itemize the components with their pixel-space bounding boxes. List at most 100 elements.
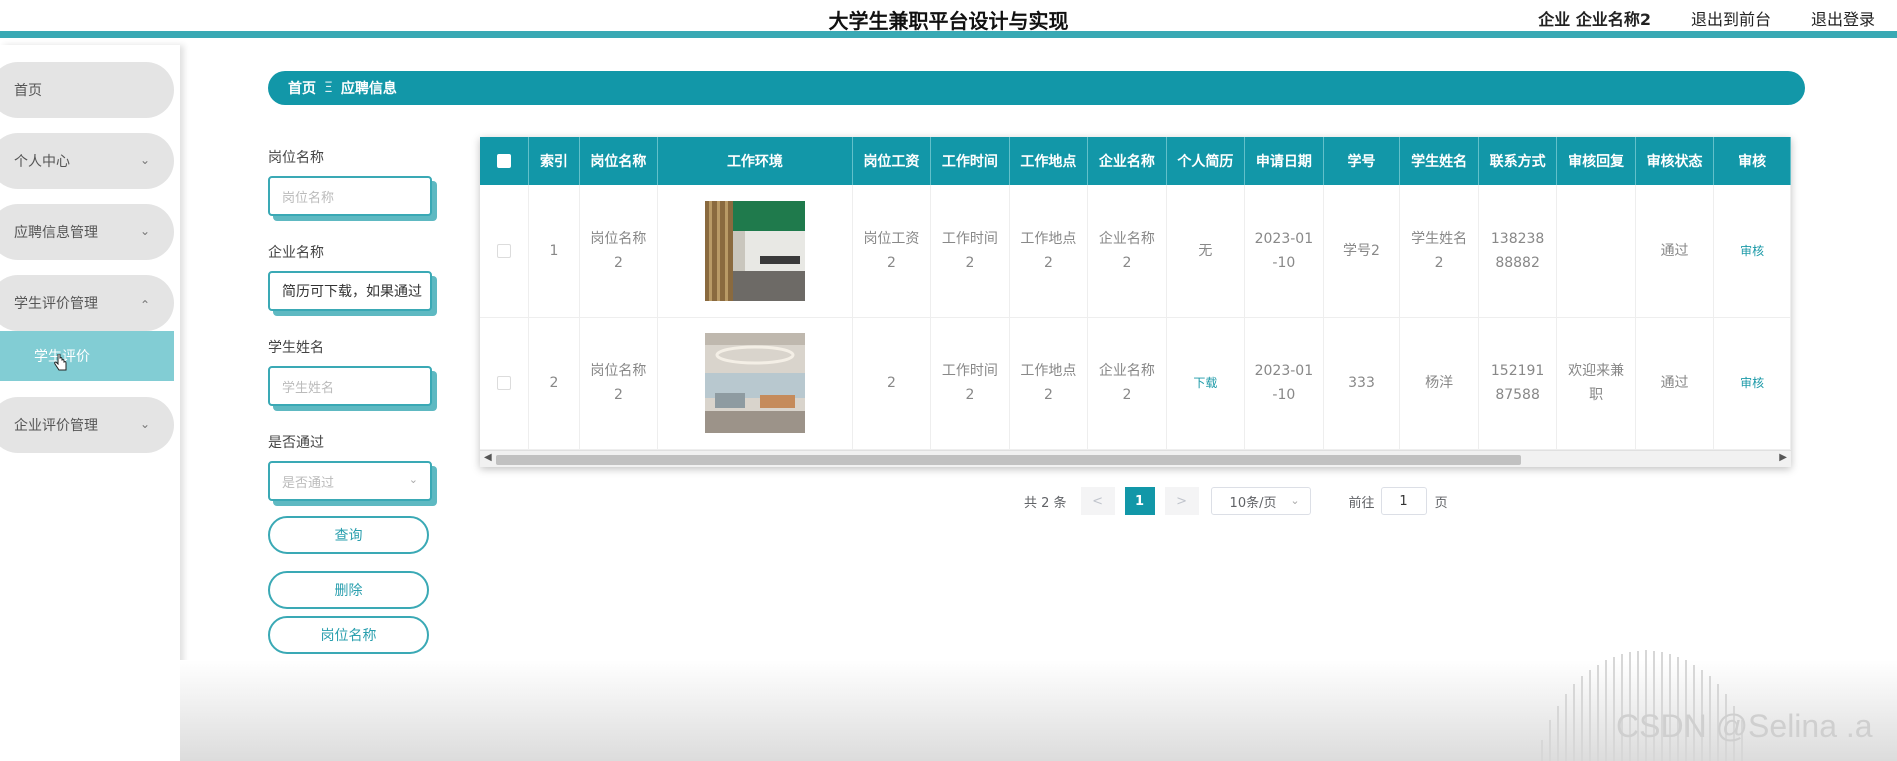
- sidebar-item-company-review-management[interactable]: 企业评价管理 ⌄: [0, 397, 174, 453]
- sidebar-item-student-review-management[interactable]: 学生评价管理 ⌃: [0, 275, 174, 331]
- index-cell: 2: [528, 317, 580, 450]
- chevron-down-icon: ⌄: [139, 224, 150, 238]
- job-name-input[interactable]: 岗位名称: [268, 176, 432, 216]
- column-header: 工作地点: [1009, 137, 1089, 185]
- work-time-cell: 工作时间2: [930, 317, 1010, 450]
- breadcrumb-separator-icon: Ξ: [324, 80, 333, 96]
- review-reply-cell: 欢迎来兼职: [1556, 317, 1636, 450]
- watermark: CSDN @Selina .a: [1616, 708, 1873, 744]
- work-environment-cell: [657, 185, 853, 318]
- phone-cell: 13823888882: [1478, 185, 1558, 318]
- page-size-select[interactable]: 10条/页 ⌄: [1210, 487, 1311, 515]
- student-name-cell: 学生姓名2: [1399, 185, 1479, 318]
- work-time-cell: 工作时间2: [930, 185, 1010, 318]
- logout-link[interactable]: 退出登录: [1811, 6, 1875, 30]
- top-bar: 大学生兼职平台设计与实现 企业 企业名称2 退出到前台 退出登录: [0, 0, 1897, 38]
- sidebar-item-label: 首页: [14, 83, 42, 99]
- company-name-input[interactable]: 简历可下载，如果通过: [268, 271, 432, 311]
- column-header: 岗位名称: [579, 137, 659, 185]
- work-environment-cell: [657, 317, 853, 450]
- page-number-current[interactable]: 1: [1124, 487, 1155, 515]
- goto-page-input[interactable]: 1: [1380, 487, 1427, 515]
- student-name-input[interactable]: 学生姓名: [268, 366, 432, 406]
- sidebar-item-label: 企业评价管理: [14, 418, 98, 434]
- student-no-cell: 333: [1323, 317, 1401, 450]
- office-photo-thumbnail[interactable]: [704, 200, 805, 301]
- review-action-link[interactable]: 审核: [1713, 317, 1791, 450]
- column-header: 审核回复: [1556, 137, 1636, 185]
- salary-cell: 2: [852, 317, 932, 450]
- sidebar-subitem-student-review[interactable]: 学生评价: [0, 331, 174, 381]
- chevron-down-icon: ⌄: [1290, 494, 1300, 507]
- phone-cell: 15219187588: [1478, 317, 1558, 450]
- column-header: 审核状态: [1635, 137, 1715, 185]
- review-action-link[interactable]: 审核: [1713, 185, 1791, 318]
- scroll-left-icon[interactable]: ◀: [484, 452, 492, 463]
- review-status-cell: 通过: [1635, 185, 1715, 318]
- table-row: 1 岗位名称2 岗位工资2 工作时间2 工作地点2 企业名称2 无 2023-0…: [480, 185, 1791, 318]
- horizontal-scrollbar[interactable]: ◀ ▶: [480, 450, 1791, 467]
- select-all-checkbox[interactable]: [497, 154, 512, 168]
- company-name-cell: 企业名称2: [1087, 185, 1167, 318]
- pass-status-select[interactable]: 是否通过 ⌄: [268, 461, 432, 501]
- breadcrumb-home[interactable]: 首页: [288, 78, 316, 98]
- column-header: 企业名称: [1087, 137, 1167, 185]
- column-header: 申请日期: [1244, 137, 1324, 185]
- company-name-cell: 企业名称2: [1087, 317, 1167, 450]
- sidebar-item-application-management[interactable]: 应聘信息管理 ⌄: [0, 204, 174, 260]
- scroll-right-icon[interactable]: ▶: [1779, 452, 1787, 463]
- column-header: 工作时间: [930, 137, 1010, 185]
- sidebar: 首页 个人中心 ⌄ 应聘信息管理 ⌄ 学生评价管理 ⌃ 学生评价 企业评价管理 …: [0, 45, 180, 761]
- company-name-label: 企业名称: [268, 245, 324, 261]
- sidebar-item-home[interactable]: 首页: [0, 62, 174, 118]
- next-page-button[interactable]: >: [1164, 487, 1199, 515]
- row-checkbox[interactable]: [497, 243, 512, 258]
- chevron-down-icon: ⌄: [139, 153, 150, 167]
- current-user: 企业 企业名称2: [1538, 10, 1651, 29]
- breadcrumb: 首页 Ξ 应聘信息: [268, 71, 1805, 105]
- work-place-cell: 工作地点2: [1009, 185, 1089, 318]
- sidebar-item-label: 学生评价管理: [14, 296, 98, 312]
- job-name-button[interactable]: 岗位名称: [268, 616, 429, 654]
- prev-page-button[interactable]: <: [1080, 487, 1115, 515]
- select-all-cell[interactable]: [480, 137, 530, 185]
- student-name-placeholder: 学生姓名: [282, 380, 335, 396]
- sidebar-item-label: 个人中心: [14, 154, 70, 170]
- work-place-cell: 工作地点2: [1009, 317, 1089, 450]
- page-unit-label: 页: [1434, 495, 1448, 511]
- sidebar-item-personal-center[interactable]: 个人中心 ⌄: [0, 133, 174, 189]
- office-photo-thumbnail[interactable]: [704, 333, 805, 433]
- column-header: 学号: [1323, 137, 1401, 185]
- pass-status-placeholder: 是否通过: [282, 475, 335, 491]
- student-name-label: 学生姓名: [268, 340, 324, 356]
- query-button[interactable]: 查询: [268, 516, 429, 554]
- resume-download-link[interactable]: 下载: [1166, 317, 1246, 450]
- column-header: 个人简历: [1166, 137, 1246, 185]
- exit-to-front-link[interactable]: 退出到前台: [1691, 6, 1771, 30]
- column-header: 学生姓名: [1399, 137, 1479, 185]
- student-no-cell: 学号2: [1323, 185, 1401, 318]
- chevron-down-icon: ⌄: [139, 417, 150, 431]
- row-select-cell[interactable]: [480, 185, 530, 318]
- page-size-value: 10条/页: [1229, 495, 1277, 511]
- apply-date-cell: 2023-01-10: [1244, 185, 1324, 318]
- scrollbar-thumb[interactable]: [496, 455, 1521, 465]
- table-header-row: 索引 岗位名称 工作环境 岗位工资 工作时间 工作地点 企业名称 个人简历 申请…: [480, 137, 1791, 185]
- apply-date-cell: 2023-01-10: [1244, 317, 1324, 450]
- salary-cell: 岗位工资2: [852, 185, 932, 318]
- chevron-up-icon: ⌃: [139, 298, 150, 312]
- row-checkbox[interactable]: [497, 376, 512, 390]
- review-reply-cell: [1556, 185, 1636, 318]
- row-select-cell[interactable]: [480, 317, 530, 450]
- column-header: 岗位工资: [852, 137, 932, 185]
- column-header: 工作环境: [657, 137, 853, 185]
- review-status-cell: 通过: [1635, 317, 1715, 450]
- goto-label: 前往: [1348, 495, 1375, 511]
- job-name-placeholder: 岗位名称: [282, 190, 335, 206]
- pagination: 共 2 条 < 1 > 10条/页 ⌄ 前往 1 页: [1024, 486, 1448, 516]
- column-header: 索引: [528, 137, 580, 185]
- top-right-nav: 企业 企业名称2 退出到前台 退出登录: [1538, 6, 1875, 30]
- delete-button[interactable]: 删除: [268, 571, 429, 609]
- pass-status-label: 是否通过: [268, 435, 324, 451]
- resume-cell: 无: [1166, 185, 1246, 318]
